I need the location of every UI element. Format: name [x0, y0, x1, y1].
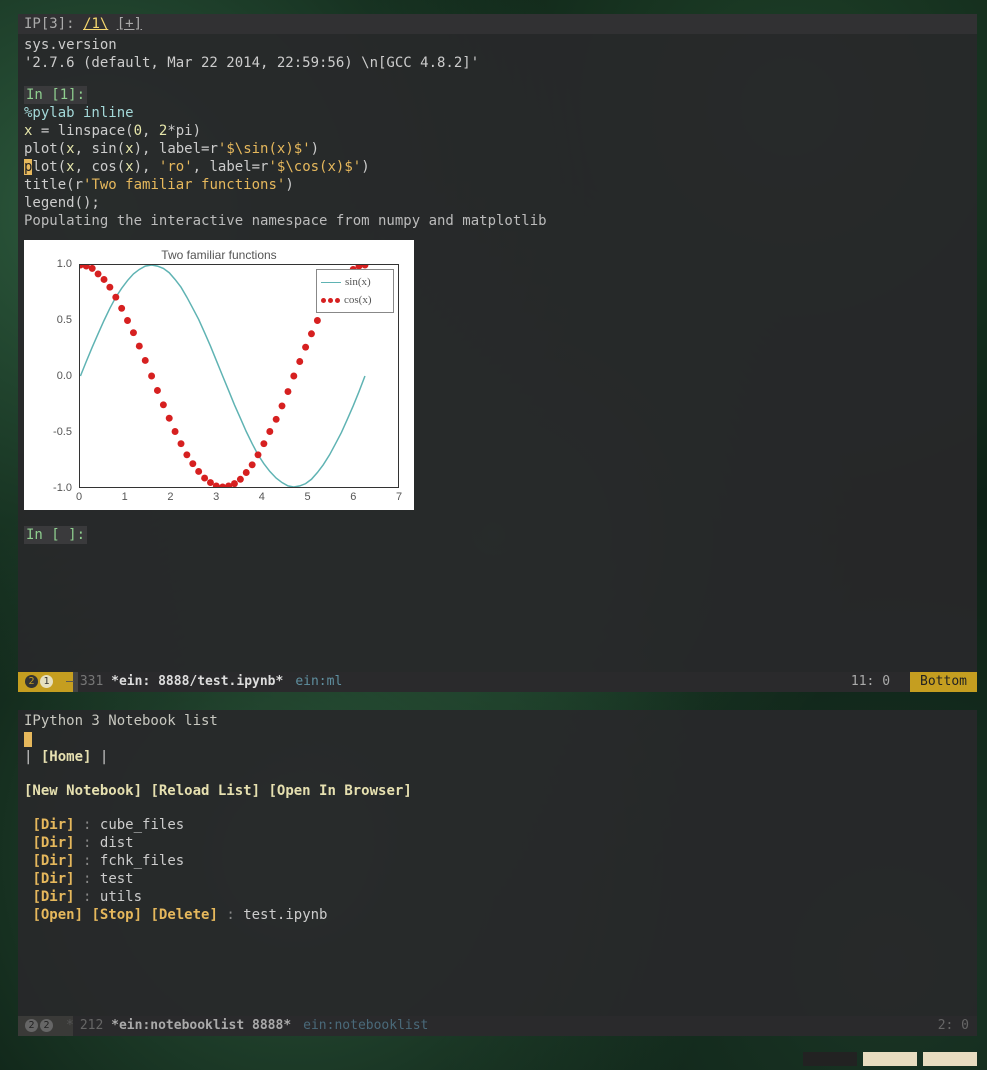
- legend-entry-sin: sin(x): [321, 273, 389, 291]
- statusline-badges: 21: [18, 672, 60, 692]
- code-line[interactable]: plot(x, cos(x), 'ro', label=r'$\cos(x)$'…: [24, 158, 971, 176]
- dir-row: [Dir] : dist: [24, 834, 971, 852]
- file-row: [Open] [Stop] [Delete] : test.ipynb: [24, 906, 971, 924]
- taskbar-fragment: [803, 1052, 977, 1066]
- notebooklist-title: IPython 3 Notebook list: [24, 712, 971, 730]
- tab-active[interactable]: /1\: [83, 16, 108, 32]
- statusline-sep: —: [60, 672, 80, 692]
- code-line[interactable]: x = linspace(0, 2*pi): [24, 122, 971, 140]
- code-line[interactable]: title(r'Two familiar functions'): [24, 176, 971, 194]
- ytick: -1.0: [24, 479, 72, 497]
- buffer-name: *ein:notebooklist 8888*: [111, 1016, 291, 1036]
- output-line: sys.version: [24, 36, 971, 54]
- cursor-position: 2: 0: [938, 1016, 969, 1036]
- file-name[interactable]: test.ipynb: [243, 907, 327, 923]
- open-button[interactable]: [Open]: [32, 907, 83, 923]
- ytick: 0.5: [24, 311, 72, 329]
- chart-plot-area: sin(x) cos(x): [79, 264, 399, 488]
- dir-row: [Dir] : test: [24, 870, 971, 888]
- action-row: [New Notebook] [Reload List] [Open In Br…: [24, 782, 971, 800]
- dir-row: [Dir] : fchk_files: [24, 852, 971, 870]
- dir-button[interactable]: [Dir]: [32, 871, 74, 887]
- breadcrumb-row: | [Home] |: [24, 748, 971, 766]
- output-line: '2.7.6 (default, Mar 22 2014, 22:59:56) …: [24, 54, 971, 72]
- buffer-name: *ein: 8888/test.ipynb*: [111, 672, 283, 692]
- xtick: 0: [76, 488, 82, 506]
- delete-button[interactable]: [Delete]: [150, 907, 217, 923]
- tab-add[interactable]: [+]: [117, 16, 142, 32]
- stop-button[interactable]: [Stop]: [91, 907, 142, 923]
- scroll-indicator: Bottom: [910, 672, 977, 692]
- dir-row: [Dir] : utils: [24, 888, 971, 906]
- dir-name[interactable]: cube_files: [100, 817, 184, 833]
- matplotlib-output: Two familiar functions sin(x) cos(x) -1.…: [24, 240, 414, 510]
- in-prompt: In [1]:: [24, 86, 87, 104]
- dir-name[interactable]: utils: [100, 889, 142, 905]
- statusline-linenum: 212: [80, 1016, 103, 1036]
- ytick: 1.0: [24, 255, 72, 273]
- code-line[interactable]: legend();: [24, 194, 971, 212]
- statusline-bottom: 22 * 212 *ein:notebooklist 8888* ein:not…: [18, 1016, 977, 1036]
- statusline-linenum: 331: [80, 672, 103, 692]
- chart-legend: sin(x) cos(x): [316, 269, 394, 313]
- mode-name: ein:ml: [283, 672, 342, 692]
- open-browser-button[interactable]: [Open In Browser]: [268, 783, 411, 799]
- dir-button[interactable]: [Dir]: [32, 835, 74, 851]
- dir-button[interactable]: [Dir]: [32, 817, 74, 833]
- notebook-content[interactable]: sys.version '2.7.6 (default, Mar 22 2014…: [18, 34, 977, 546]
- dir-name[interactable]: fchk_files: [100, 853, 184, 869]
- notebook-panel: IP[3]: /1\ [+] sys.version '2.7.6 (defau…: [18, 14, 977, 692]
- ytick: 0.0: [24, 367, 72, 385]
- notebooklist-content[interactable]: IPython 3 Notebook list | [Home] | [New …: [18, 710, 977, 926]
- chart-title: Two familiar functions: [24, 240, 414, 264]
- dir-button[interactable]: [Dir]: [32, 853, 74, 869]
- xtick: 5: [305, 488, 311, 506]
- in-prompt-empty[interactable]: In [ ]:: [24, 526, 87, 544]
- kernel-indicator: IP[3]:: [24, 16, 75, 32]
- xtick: 7: [396, 488, 402, 506]
- home-link[interactable]: [Home]: [41, 749, 92, 765]
- reload-list-button[interactable]: [Reload List]: [150, 783, 260, 799]
- dir-button[interactable]: [Dir]: [32, 889, 74, 905]
- statusline-badges: 22: [18, 1016, 60, 1036]
- dir-name[interactable]: test: [100, 871, 134, 887]
- ytick: -0.5: [24, 423, 72, 441]
- xtick: 3: [213, 488, 219, 506]
- stdout-line: Populating the interactive namespace fro…: [24, 212, 971, 230]
- code-line[interactable]: %pylab inline: [24, 104, 971, 122]
- mode-name: ein:notebooklist: [291, 1016, 428, 1036]
- code-line[interactable]: plot(x, sin(x), label=r'$\sin(x)$'): [24, 140, 971, 158]
- xtick: 4: [259, 488, 265, 506]
- xtick: 2: [167, 488, 173, 506]
- cursor-position: 11: 0: [851, 672, 890, 692]
- cursor: [24, 732, 32, 747]
- statusline-sep: *: [60, 1016, 80, 1036]
- tab-bar: IP[3]: /1\ [+]: [18, 14, 977, 34]
- dir-row: [Dir] : cube_files: [24, 816, 971, 834]
- notebooklist-panel: IPython 3 Notebook list | [Home] | [New …: [18, 710, 977, 1036]
- new-notebook-button[interactable]: [New Notebook]: [24, 783, 142, 799]
- dir-name[interactable]: dist: [100, 835, 134, 851]
- legend-entry-cos: cos(x): [321, 291, 389, 309]
- statusline-top: 21 — 331 *ein: 8888/test.ipynb* ein:ml 1…: [18, 672, 977, 692]
- xtick: 6: [350, 488, 356, 506]
- xtick: 1: [122, 488, 128, 506]
